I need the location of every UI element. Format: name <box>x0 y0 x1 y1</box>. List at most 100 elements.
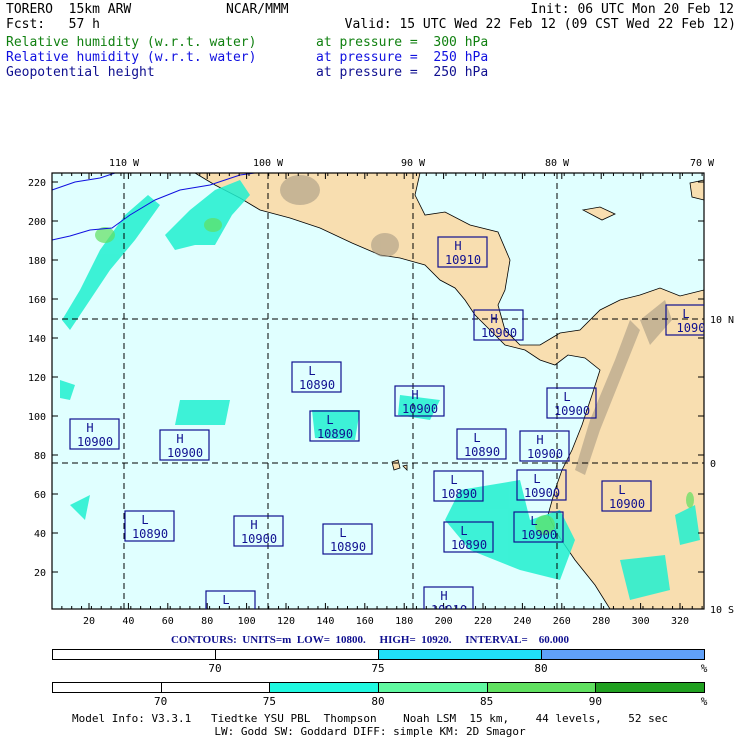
x-tick-label: 180 <box>395 616 413 627</box>
center-value: 10890 <box>441 487 477 501</box>
org-label: NCAR/MMM <box>226 2 289 17</box>
lon-label: 70 W <box>690 158 715 169</box>
colorbar-label: 80 <box>534 662 548 675</box>
field-2-name: Relative humidity (w.r.t. water) <box>6 50 257 65</box>
y-tick-label: 100 <box>28 412 46 423</box>
lon-label: 80 W <box>545 158 570 169</box>
colorbar-label: 70 <box>154 695 168 708</box>
field-3-name: Geopotential height <box>6 65 155 80</box>
center-type: L <box>450 473 457 487</box>
x-tick-label: 80 <box>201 616 213 627</box>
center-type: L <box>460 524 467 538</box>
center-type: L <box>563 390 570 404</box>
colorbar-label: 85 <box>480 695 494 708</box>
y-tick-label: 160 <box>28 295 46 306</box>
y-tick-label: 220 <box>28 178 46 189</box>
colorbar-segment <box>595 682 705 693</box>
colorbar-segment <box>52 649 216 660</box>
center-type: L <box>222 593 229 607</box>
colorbar-segment <box>378 649 542 660</box>
center-type: L <box>618 483 625 497</box>
x-tick-label: 320 <box>671 616 689 627</box>
center-value: 10900 <box>241 532 277 546</box>
x-tick-label: 200 <box>435 616 453 627</box>
center-value: 10890 <box>330 540 366 554</box>
colorbar-rh300: 70 75 80 85 90% <box>0 682 740 712</box>
center-value: 10890 <box>317 427 353 441</box>
lat-label: 10 N <box>710 315 734 326</box>
center-type: L <box>533 472 540 486</box>
x-tick-label: 160 <box>356 616 374 627</box>
lat-label: 10 S <box>710 605 734 616</box>
colorbar-segment <box>52 682 162 693</box>
center-value: 10900 <box>77 435 113 449</box>
colorbar-label: 90 <box>588 695 602 708</box>
colorbar-segment <box>215 649 379 660</box>
center-type: H <box>536 433 543 447</box>
center-value: 10890 <box>132 527 168 541</box>
center-type: H <box>86 421 93 435</box>
model-info: Model Info: V3.3.1 Tiedtke YSU PBL Thomp… <box>71 712 669 725</box>
y-tick-label: 120 <box>28 373 46 384</box>
x-tick-label: 240 <box>513 616 531 627</box>
center-type: L <box>530 514 537 528</box>
x-tick-label: 60 <box>162 616 174 627</box>
lon-label: 100 W <box>253 158 284 169</box>
contour-info: CONTOURS: UNITS=m LOW= 10800. HIGH= 1092… <box>170 634 570 646</box>
center-value: 10910 <box>431 603 467 617</box>
init-time: Init: 06 UTC Mon 20 Feb 12 <box>530 2 735 17</box>
center-type: L <box>326 413 333 427</box>
colorbar-label: % <box>700 695 708 708</box>
colorbar-label: 70 <box>208 662 222 675</box>
weather-map: 220 200 180 160 140 120 100 80 60 40 20 20 40 60 80 100… <box>28 158 734 627</box>
center-type: L <box>682 307 689 321</box>
center-value: 10900 <box>167 446 203 460</box>
lon-label: 110 W <box>109 158 140 169</box>
lat-label: 0 <box>710 459 716 470</box>
center-type: L <box>141 513 148 527</box>
x-tick-label: 300 <box>632 616 650 627</box>
x-tick-label: 260 <box>553 616 571 627</box>
x-tick-label: 140 <box>316 616 334 627</box>
center-type: H <box>411 388 418 402</box>
physics-info: LW: Godd SW: Goddard DIFF: simple KM: 2D… <box>214 725 526 738</box>
x-tick-label: 20 <box>83 616 95 627</box>
field-3-level: at pressure = 250 hPa <box>316 65 489 80</box>
field-2-level: at pressure = 250 hPa <box>316 50 489 65</box>
y-tick-label: 20 <box>34 568 46 579</box>
y-tick-label: 180 <box>28 256 46 267</box>
colorbar-rh250: 70 75 80% <box>0 649 740 679</box>
center-value: 1090 <box>677 321 706 335</box>
y-tick-label: 80 <box>34 451 46 462</box>
lon-label: 90 W <box>401 158 426 169</box>
center-value: 10900 <box>609 497 645 511</box>
center-value: 10910 <box>445 253 481 267</box>
colorbar-label: 75 <box>262 695 276 708</box>
center-type: L <box>339 526 346 540</box>
colorbar-label: 75 <box>371 662 385 675</box>
x-tick-label: 280 <box>592 616 610 627</box>
center-type: L <box>473 431 480 445</box>
center-value: 10890 <box>464 445 500 459</box>
center-type: L <box>308 364 315 378</box>
y-tick-label: 40 <box>34 529 46 540</box>
x-tick-label: 40 <box>122 616 134 627</box>
forecast-hour: Fcst: 57 h <box>6 17 100 32</box>
colorbar-label: % <box>700 662 708 675</box>
center-value: 10900 <box>402 402 438 416</box>
colorbar-label: 80 <box>371 695 385 708</box>
colorbar-segment <box>160 682 271 693</box>
center-value: 10900 <box>521 528 557 542</box>
center-type: H <box>176 432 183 446</box>
model-title: TORERO 15km ARW <box>6 2 132 17</box>
field-1-name: Relative humidity (w.r.t. water) <box>6 35 257 50</box>
colorbar-segment <box>269 682 379 693</box>
colorbar-segment <box>541 649 705 660</box>
valid-time: Valid: 15 UTC Wed 22 Feb 12 (09 CST Wed … <box>344 17 736 32</box>
x-tick-label: 220 <box>474 616 492 627</box>
colorbar-segment <box>486 682 597 693</box>
colorbar-segment <box>378 682 488 693</box>
x-tick-label: 120 <box>277 616 295 627</box>
x-tick-label: 100 <box>238 616 256 627</box>
y-tick-label: 140 <box>28 334 46 345</box>
